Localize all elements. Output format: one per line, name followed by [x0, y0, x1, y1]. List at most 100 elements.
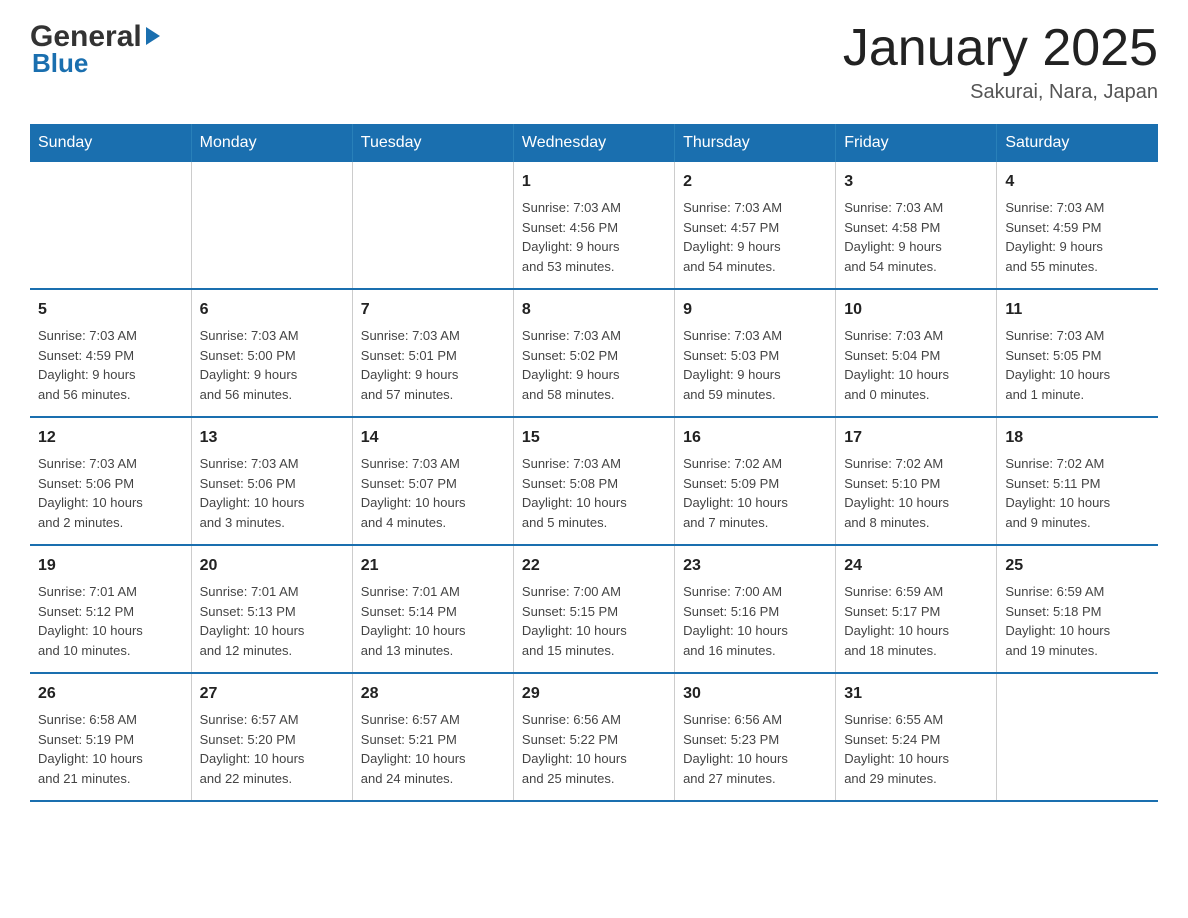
calendar-cell: 29Sunrise: 6:56 AMSunset: 5:22 PMDayligh… [513, 673, 674, 801]
day-number: 5 [38, 298, 183, 322]
calendar-cell: 16Sunrise: 7:02 AMSunset: 5:09 PMDayligh… [675, 417, 836, 545]
calendar-week-row: 26 Sunrise: 6:58 AMSunset: 5:19 PMDayligh… [30, 673, 1158, 801]
day-info: Sunrise: 7:03 AMSunset: 4:58 PMDaylight:… [844, 198, 988, 276]
day-number: 29 [522, 682, 666, 706]
calendar-cell: 12 Sunrise: 7:03 AMSunset: 5:06 PMDayligh… [30, 417, 191, 545]
calendar-cell: 17 Sunrise: 7:02 AMSunset: 5:10 PMDayligh… [836, 417, 997, 545]
calendar-cell: 9Sunrise: 7:03 AMSunset: 5:03 PMDaylight… [675, 289, 836, 417]
day-number: 31 [844, 682, 988, 706]
calendar-cell [30, 162, 191, 289]
calendar-cell: 18Sunrise: 7:02 AMSunset: 5:11 PMDayligh… [997, 417, 1158, 545]
day-number: 24 [844, 554, 988, 578]
day-number: 13 [200, 426, 344, 450]
calendar-cell: 3Sunrise: 7:03 AMSunset: 4:58 PMDaylight… [836, 162, 997, 289]
day-number: 17 [844, 426, 988, 450]
calendar-cell: 1 Sunrise: 7:03 AMSunset: 4:56 PMDaylight… [513, 162, 674, 289]
page-header: General Blue January 2025 Sakurai, Nara,… [30, 20, 1158, 104]
calendar-cell: 19 Sunrise: 7:01 AMSunset: 5:12 PMDayligh… [30, 545, 191, 673]
day-number: 11 [1005, 298, 1150, 322]
calendar-cell: 25 Sunrise: 6:59 AMSunset: 5:18 PMDayligh… [997, 545, 1158, 673]
calendar-cell: 23 Sunrise: 7:00 AMSunset: 5:16 PMDayligh… [675, 545, 836, 673]
day-info: Sunrise: 7:03 AMSunset: 5:04 PMDaylight:… [844, 326, 988, 404]
day-info: Sunrise: 7:03 AMSunset: 5:01 PMDaylight:… [361, 326, 505, 404]
day-info: Sunrise: 7:01 AMSunset: 5:12 PMDaylight:… [38, 582, 183, 660]
day-info: Sunrise: 7:03 AMSunset: 5:02 PMDaylight:… [522, 326, 666, 404]
day-info: Sunrise: 7:03 AMSunset: 4:59 PMDaylight:… [38, 326, 183, 404]
day-info: Sunrise: 7:03 AMSunset: 5:07 PMDaylight:… [361, 454, 505, 532]
calendar-cell: 24Sunrise: 6:59 AMSunset: 5:17 PMDayligh… [836, 545, 997, 673]
calendar-table: SundayMondayTuesdayWednesdayThursdayFrid… [30, 124, 1158, 802]
day-info: Sunrise: 6:55 AMSunset: 5:24 PMDaylight:… [844, 710, 988, 788]
day-number: 7 [361, 298, 505, 322]
day-number: 14 [361, 426, 505, 450]
day-info: Sunrise: 6:57 AMSunset: 5:20 PMDaylight:… [200, 710, 344, 788]
calendar-cell: 31 Sunrise: 6:55 AMSunset: 5:24 PMDayligh… [836, 673, 997, 801]
day-number: 6 [200, 298, 344, 322]
calendar-cell: 30 Sunrise: 6:56 AMSunset: 5:23 PMDayligh… [675, 673, 836, 801]
calendar-cell: 15Sunrise: 7:03 AMSunset: 5:08 PMDayligh… [513, 417, 674, 545]
calendar-cell: 13 Sunrise: 7:03 AMSunset: 5:06 PMDayligh… [191, 417, 352, 545]
calendar-week-row: 1 Sunrise: 7:03 AMSunset: 4:56 PMDaylight… [30, 162, 1158, 289]
calendar-cell: 2 Sunrise: 7:03 AMSunset: 4:57 PMDaylight… [675, 162, 836, 289]
day-number: 4 [1005, 170, 1150, 194]
calendar-cell: 14 Sunrise: 7:03 AMSunset: 5:07 PMDayligh… [352, 417, 513, 545]
calendar-week-row: 19 Sunrise: 7:01 AMSunset: 5:12 PMDayligh… [30, 545, 1158, 673]
day-number: 23 [683, 554, 827, 578]
day-info: Sunrise: 7:01 AMSunset: 5:14 PMDaylight:… [361, 582, 505, 660]
day-info: Sunrise: 7:03 AMSunset: 4:59 PMDaylight:… [1005, 198, 1150, 276]
day-info: Sunrise: 7:03 AMSunset: 5:03 PMDaylight:… [683, 326, 827, 404]
day-info: Sunrise: 6:56 AMSunset: 5:23 PMDaylight:… [683, 710, 827, 788]
title-section: January 2025 Sakurai, Nara, Japan [843, 20, 1158, 104]
calendar-header-sunday: Sunday [30, 124, 191, 162]
day-info: Sunrise: 6:59 AMSunset: 5:18 PMDaylight:… [1005, 582, 1150, 660]
day-info: Sunrise: 7:02 AMSunset: 5:10 PMDaylight:… [844, 454, 988, 532]
calendar-header-monday: Monday [191, 124, 352, 162]
day-number: 15 [522, 426, 666, 450]
calendar-cell [352, 162, 513, 289]
day-number: 8 [522, 298, 666, 322]
day-number: 25 [1005, 554, 1150, 578]
logo-triangle-icon [146, 27, 160, 45]
day-info: Sunrise: 7:00 AMSunset: 5:16 PMDaylight:… [683, 582, 827, 660]
day-number: 26 [38, 682, 183, 706]
calendar-cell: 5 Sunrise: 7:03 AMSunset: 4:59 PMDaylight… [30, 289, 191, 417]
calendar-header-tuesday: Tuesday [352, 124, 513, 162]
day-number: 12 [38, 426, 183, 450]
calendar-cell [191, 162, 352, 289]
calendar-cell: 27 Sunrise: 6:57 AMSunset: 5:20 PMDayligh… [191, 673, 352, 801]
calendar-cell [997, 673, 1158, 801]
day-info: Sunrise: 7:03 AMSunset: 5:06 PMDaylight:… [200, 454, 344, 532]
day-info: Sunrise: 6:58 AMSunset: 5:19 PMDaylight:… [38, 710, 183, 788]
day-number: 2 [683, 170, 827, 194]
month-title: January 2025 [843, 20, 1158, 77]
day-info: Sunrise: 7:03 AMSunset: 5:06 PMDaylight:… [38, 454, 183, 532]
day-info: Sunrise: 7:01 AMSunset: 5:13 PMDaylight:… [200, 582, 344, 660]
day-info: Sunrise: 7:03 AMSunset: 4:57 PMDaylight:… [683, 198, 827, 276]
day-info: Sunrise: 7:00 AMSunset: 5:15 PMDaylight:… [522, 582, 666, 660]
day-info: Sunrise: 7:03 AMSunset: 5:00 PMDaylight:… [200, 326, 344, 404]
calendar-header-saturday: Saturday [997, 124, 1158, 162]
calendar-header-thursday: Thursday [675, 124, 836, 162]
calendar-header-wednesday: Wednesday [513, 124, 674, 162]
day-number: 19 [38, 554, 183, 578]
day-number: 18 [1005, 426, 1150, 450]
day-info: Sunrise: 7:03 AMSunset: 4:56 PMDaylight:… [522, 198, 666, 276]
day-number: 16 [683, 426, 827, 450]
day-number: 30 [683, 682, 827, 706]
calendar-cell: 6 Sunrise: 7:03 AMSunset: 5:00 PMDaylight… [191, 289, 352, 417]
day-number: 27 [200, 682, 344, 706]
calendar-cell: 20Sunrise: 7:01 AMSunset: 5:13 PMDayligh… [191, 545, 352, 673]
day-number: 28 [361, 682, 505, 706]
calendar-cell: 28 Sunrise: 6:57 AMSunset: 5:21 PMDayligh… [352, 673, 513, 801]
calendar-cell: 21Sunrise: 7:01 AMSunset: 5:14 PMDayligh… [352, 545, 513, 673]
calendar-cell: 22Sunrise: 7:00 AMSunset: 5:15 PMDayligh… [513, 545, 674, 673]
calendar-cell: 11 Sunrise: 7:03 AMSunset: 5:05 PMDayligh… [997, 289, 1158, 417]
calendar-week-row: 5 Sunrise: 7:03 AMSunset: 4:59 PMDaylight… [30, 289, 1158, 417]
day-info: Sunrise: 6:57 AMSunset: 5:21 PMDaylight:… [361, 710, 505, 788]
day-number: 10 [844, 298, 988, 322]
logo: General Blue [30, 20, 160, 79]
calendar-cell: 26 Sunrise: 6:58 AMSunset: 5:19 PMDayligh… [30, 673, 191, 801]
day-number: 1 [522, 170, 666, 194]
calendar-cell: 10 Sunrise: 7:03 AMSunset: 5:04 PMDayligh… [836, 289, 997, 417]
day-info: Sunrise: 7:03 AMSunset: 5:05 PMDaylight:… [1005, 326, 1150, 404]
